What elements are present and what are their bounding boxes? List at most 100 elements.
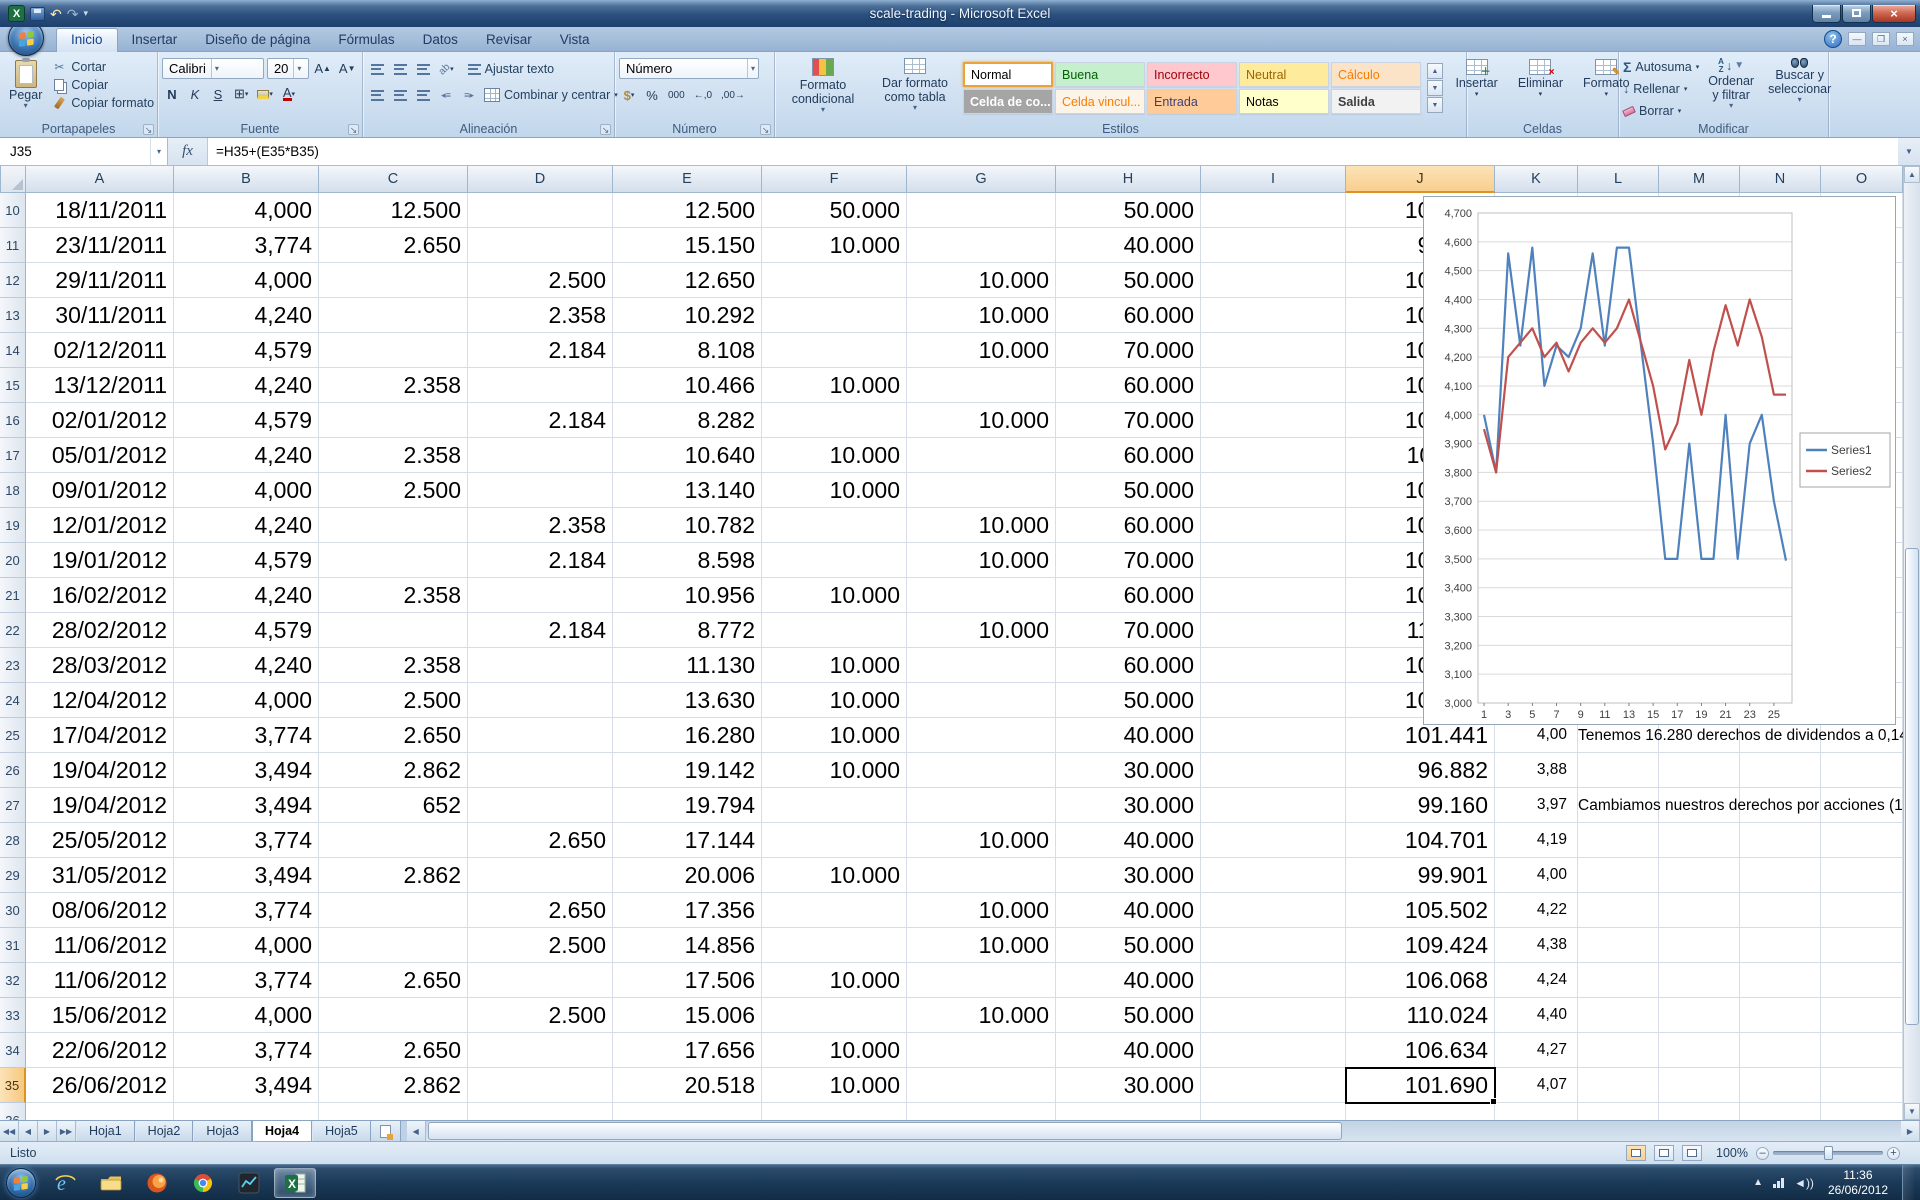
- cell-B12[interactable]: 4,000: [174, 263, 319, 298]
- formula-input[interactable]: =H35+(E35*B35): [208, 138, 1898, 165]
- cell-D14[interactable]: 2.184: [468, 333, 613, 368]
- cell-C10[interactable]: 12.500: [319, 193, 468, 228]
- cell-H30[interactable]: 40.000: [1056, 893, 1201, 928]
- cell-C27[interactable]: 652: [319, 788, 468, 823]
- zoom-slider-thumb[interactable]: [1824, 1146, 1833, 1160]
- cell-F23[interactable]: 10.000: [762, 648, 907, 683]
- cell-style-normal[interactable]: Normal: [963, 62, 1053, 87]
- cell-E13[interactable]: 10.292: [613, 298, 762, 333]
- cell-O32[interactable]: [1821, 963, 1903, 998]
- cell-C15[interactable]: 2.358: [319, 368, 468, 403]
- vertical-scrollbar[interactable]: ▲ ▼: [1903, 166, 1920, 1120]
- cell-L30[interactable]: [1578, 893, 1659, 928]
- paste-dropdown-icon[interactable]: ▾: [24, 102, 28, 111]
- cell-E12[interactable]: 12.650: [613, 263, 762, 298]
- cell-E29[interactable]: 20.006: [613, 858, 762, 893]
- cell-F29[interactable]: 10.000: [762, 858, 907, 893]
- cell-A18[interactable]: 09/01/2012: [26, 473, 174, 508]
- select-all-corner[interactable]: [0, 166, 26, 193]
- cell-F27[interactable]: [762, 788, 907, 823]
- cell-A34[interactable]: 22/06/2012: [26, 1033, 174, 1068]
- cell-C17[interactable]: 2.358: [319, 438, 468, 473]
- cell-D11[interactable]: [468, 228, 613, 263]
- cell-H26[interactable]: 30.000: [1056, 753, 1201, 788]
- row-header-33[interactable]: 33: [0, 998, 26, 1033]
- cell-style-buena[interactable]: Buena: [1055, 62, 1145, 87]
- cell-J30[interactable]: 105.502: [1346, 893, 1495, 928]
- column-header-N[interactable]: N: [1740, 166, 1821, 193]
- cell-C18[interactable]: 2.500: [319, 473, 468, 508]
- column-header-D[interactable]: D: [468, 166, 613, 193]
- cell-H14[interactable]: 70.000: [1056, 333, 1201, 368]
- gallery-up-icon[interactable]: ▲: [1427, 63, 1443, 79]
- cell-I26[interactable]: [1201, 753, 1346, 788]
- cell-C25[interactable]: 2.650: [319, 718, 468, 753]
- cell-J36[interactable]: [1346, 1103, 1495, 1120]
- cell-C21[interactable]: 2.358: [319, 578, 468, 613]
- cell-H32[interactable]: 40.000: [1056, 963, 1201, 998]
- cell-K27[interactable]: 3,97: [1495, 788, 1578, 823]
- cell-N29[interactable]: [1740, 858, 1821, 893]
- cell-G29[interactable]: [907, 858, 1056, 893]
- cell-I16[interactable]: [1201, 403, 1346, 438]
- cell-D13[interactable]: 2.358: [468, 298, 613, 333]
- cell-C36[interactable]: [319, 1103, 468, 1120]
- cell-O35[interactable]: [1821, 1068, 1903, 1103]
- cell-L29[interactable]: [1578, 858, 1659, 893]
- cell-G30[interactable]: 10.000: [907, 893, 1056, 928]
- redo-icon[interactable]: ↷: [67, 7, 79, 21]
- column-header-M[interactable]: M: [1659, 166, 1740, 193]
- cell-F31[interactable]: [762, 928, 907, 963]
- normal-view-button[interactable]: [1626, 1145, 1646, 1161]
- cell-G18[interactable]: [907, 473, 1056, 508]
- cell-H28[interactable]: 40.000: [1056, 823, 1201, 858]
- zoom-level[interactable]: 100%: [1710, 1146, 1748, 1160]
- column-header-B[interactable]: B: [174, 166, 319, 193]
- cell-O30[interactable]: [1821, 893, 1903, 928]
- paste-button[interactable]: Pegar ▾: [4, 55, 47, 121]
- cell-G21[interactable]: [907, 578, 1056, 613]
- cell-G27[interactable]: [907, 788, 1056, 823]
- undo-icon[interactable]: ↶: [50, 7, 62, 21]
- cell-H34[interactable]: 40.000: [1056, 1033, 1201, 1068]
- cell-O31[interactable]: [1821, 928, 1903, 963]
- cell-B17[interactable]: 4,240: [174, 438, 319, 473]
- column-header-G[interactable]: G: [907, 166, 1056, 193]
- column-header-L[interactable]: L: [1578, 166, 1659, 193]
- cell-B13[interactable]: 4,240: [174, 298, 319, 333]
- cell-L33[interactable]: [1578, 998, 1659, 1033]
- cell-A30[interactable]: 08/06/2012: [26, 893, 174, 928]
- cell-H19[interactable]: 60.000: [1056, 508, 1201, 543]
- cell-H17[interactable]: 60.000: [1056, 438, 1201, 473]
- cell-C26[interactable]: 2.862: [319, 753, 468, 788]
- page-break-view-button[interactable]: [1682, 1145, 1702, 1161]
- cell-G26[interactable]: [907, 753, 1056, 788]
- sheet-tab-hoja4[interactable]: Hoja4: [252, 1121, 312, 1141]
- maximize-button[interactable]: [1842, 5, 1871, 23]
- name-box[interactable]: J35▾: [0, 138, 168, 165]
- conditional-formatting-button[interactable]: Formato condicional ▾: [779, 55, 867, 121]
- cell-D18[interactable]: [468, 473, 613, 508]
- copy-button[interactable]: Copiar: [51, 77, 154, 92]
- cell-B33[interactable]: 4,000: [174, 998, 319, 1033]
- cell-B10[interactable]: 4,000: [174, 193, 319, 228]
- row-header-11[interactable]: 11: [0, 228, 26, 263]
- column-header-I[interactable]: I: [1201, 166, 1346, 193]
- cell-M35[interactable]: [1659, 1068, 1740, 1103]
- cell-J35[interactable]: 101.690: [1346, 1068, 1495, 1103]
- cell-H11[interactable]: 40.000: [1056, 228, 1201, 263]
- cell-G12[interactable]: 10.000: [907, 263, 1056, 298]
- cell-F19[interactable]: [762, 508, 907, 543]
- next-sheet-icon[interactable]: ▶: [38, 1121, 57, 1141]
- cell-F17[interactable]: 10.000: [762, 438, 907, 473]
- cell-B15[interactable]: 4,240: [174, 368, 319, 403]
- cell-B19[interactable]: 4,240: [174, 508, 319, 543]
- cell-N30[interactable]: [1740, 893, 1821, 928]
- cell-D28[interactable]: 2.650: [468, 823, 613, 858]
- cell-F20[interactable]: [762, 543, 907, 578]
- cell-B14[interactable]: 4,579: [174, 333, 319, 368]
- cell-E18[interactable]: 13.140: [613, 473, 762, 508]
- cell-A10[interactable]: 18/11/2011: [26, 193, 174, 228]
- cell-A13[interactable]: 30/11/2011: [26, 298, 174, 333]
- row-header-22[interactable]: 22: [0, 613, 26, 648]
